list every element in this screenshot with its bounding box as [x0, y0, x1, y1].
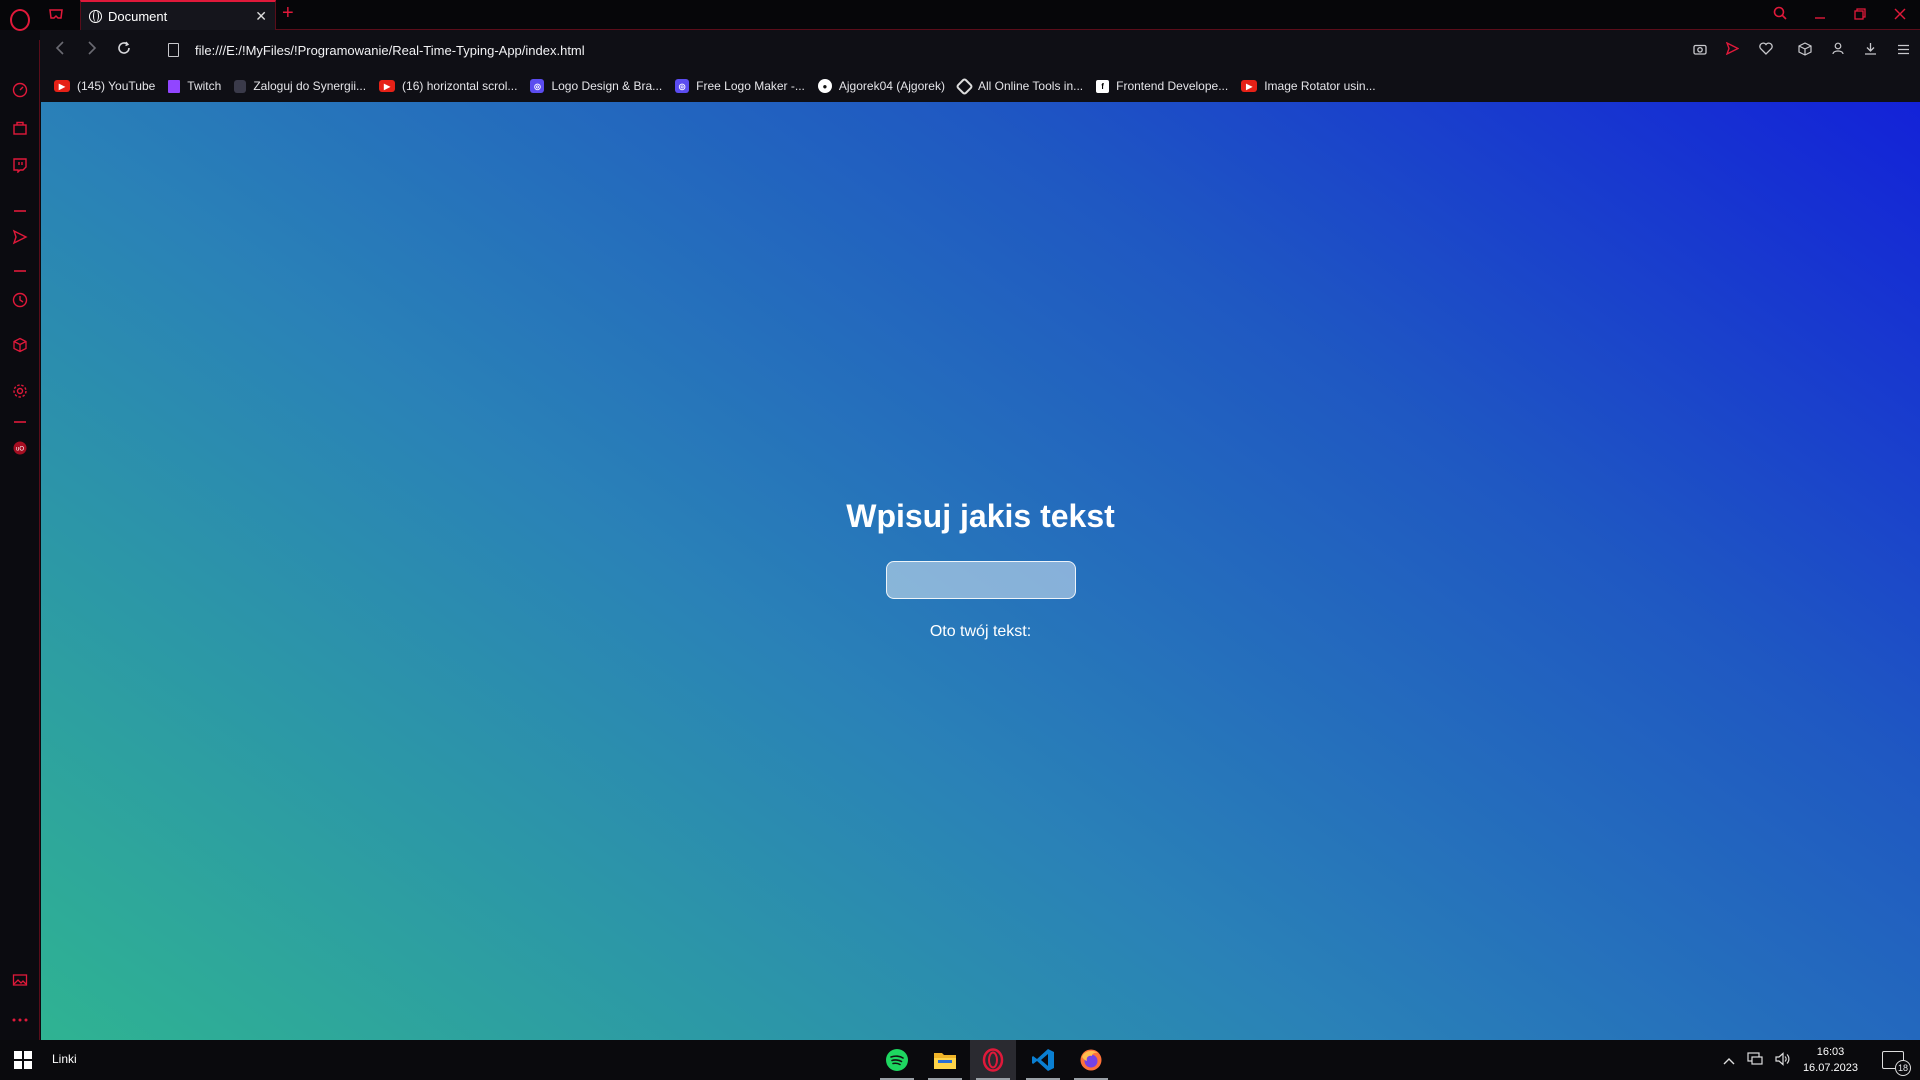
menu-icon[interactable] [1887, 42, 1920, 58]
sidebar-separator [14, 270, 26, 272]
tools-icon [955, 76, 974, 96]
gx-control-icon[interactable] [48, 7, 64, 21]
page-info-icon[interactable] [168, 43, 179, 57]
bookmark-label: (145) YouTube [77, 79, 156, 93]
new-tab-button[interactable]: + [282, 2, 294, 25]
bookmark-label: Image Rotator usin... [1264, 79, 1376, 93]
bookmark-label: Twitch [187, 79, 222, 93]
reload-button[interactable] [108, 41, 140, 60]
youtube-icon: ▶ [1241, 80, 1258, 92]
show-hidden-icons-icon[interactable] [1723, 1053, 1735, 1068]
bookmark-synergia[interactable]: Zaloguj do Synergii... [234, 79, 366, 93]
firefox-app-icon[interactable] [1068, 1040, 1114, 1080]
clock[interactable]: 16:03 16.07.2023 [1803, 1044, 1858, 1076]
tab-close-icon[interactable]: ✕ [255, 8, 267, 25]
address-bar: file:///E:/!MyFiles/!Programowanie/Real-… [40, 30, 1920, 70]
heart-icon[interactable] [1749, 42, 1782, 58]
bookmark-label: Ajgorek04 (Ajgorek) [838, 79, 945, 93]
extensions-icon[interactable] [1788, 41, 1821, 59]
globe-icon [89, 9, 102, 23]
gx-control-speed-icon[interactable] [10, 80, 30, 100]
tab-title: Document [108, 8, 168, 24]
logo-design-icon: ◎ [530, 79, 545, 93]
system-tray: 16:03 16.07.2023 18 [1723, 1040, 1920, 1080]
bookmark-logo-maker[interactable]: ◎ Free Logo Maker -... [675, 79, 805, 93]
bookmark-label: All Online Tools in... [977, 79, 1084, 93]
file-explorer-app-icon[interactable] [922, 1040, 968, 1080]
svg-text:uO: uO [16, 447, 24, 453]
close-window-button[interactable] [1880, 7, 1920, 24]
windows-taskbar: Linki 16:03 16.07.2023 18 [0, 1040, 1920, 1080]
notification-center-icon[interactable]: 18 [1882, 1051, 1911, 1076]
opera-gx-app-icon[interactable] [970, 1040, 1016, 1080]
ublock-icon[interactable]: uO [10, 438, 30, 458]
bookmark-online-tools[interactable]: All Online Tools in... [955, 76, 1084, 96]
restore-button[interactable] [1840, 7, 1880, 24]
twitch-sidebar-icon[interactable] [10, 155, 30, 175]
network-icon[interactable] [1747, 1051, 1763, 1069]
opera-logo-icon[interactable] [0, 0, 40, 40]
back-button[interactable] [44, 40, 76, 60]
bookmark-twitch[interactable]: Twitch [168, 79, 221, 93]
bookmark-image-rotator[interactable]: ▶ Image Rotator usin... [1241, 79, 1376, 93]
snapshot-icon[interactable] [1683, 42, 1716, 58]
notification-count-badge: 18 [1895, 1060, 1911, 1076]
bookmark-horizontal-scroll[interactable]: ▶ (16) horizontal scrol... [379, 79, 517, 93]
bookmark-youtube[interactable]: ▶ (145) YouTube [54, 79, 155, 93]
windows-start-icon[interactable] [14, 1051, 32, 1069]
result-text: Oto twój tekst: [929, 623, 1032, 640]
store-icon[interactable] [10, 118, 30, 138]
logo-maker-icon: ◎ [675, 79, 690, 93]
github-icon: ● [817, 79, 832, 93]
bookmarks-bar: ▶ (145) YouTube Twitch Zaloguj do Synergi… [40, 70, 1920, 102]
search-tabs-icon[interactable] [1760, 6, 1800, 24]
typing-input[interactable] [886, 561, 1076, 599]
frontend-mentor-icon: f [1096, 79, 1110, 93]
tab-document[interactable]: Document ✕ [80, 0, 276, 30]
browser-titlebar: Document ✕ + [0, 0, 1920, 31]
window-controls [1760, 0, 1920, 30]
url-field[interactable]: file:///E:/!MyFiles/!Programowanie/Real-… [146, 36, 1406, 64]
wallpaper-icon[interactable] [10, 970, 30, 990]
more-options-icon[interactable] [10, 1010, 30, 1030]
page-viewport: Wpisuj jakis tekst Oto twój tekst: [41, 102, 1920, 1040]
spotify-app-icon[interactable] [874, 1040, 920, 1080]
sidebar-separator [14, 210, 26, 212]
history-icon[interactable] [10, 290, 30, 310]
send-icon[interactable] [1716, 41, 1749, 58]
twitch-icon [168, 79, 181, 93]
download-icon[interactable] [1854, 42, 1887, 58]
volume-icon[interactable] [1775, 1051, 1791, 1069]
bookmark-frontend-mentor[interactable]: f Frontend Develope... [1096, 79, 1228, 93]
bookmark-label: Logo Design & Bra... [551, 79, 663, 93]
synergia-icon [234, 79, 247, 93]
url-text: file:///E:/!MyFiles/!Programowanie/Real-… [195, 42, 585, 58]
bookmark-logo-design[interactable]: ◎ Logo Design & Bra... [530, 79, 662, 93]
minimize-button[interactable] [1800, 7, 1840, 24]
profile-icon[interactable] [1821, 42, 1854, 58]
toolbar-links[interactable]: Linki [52, 1052, 77, 1066]
page-heading: Wpisuj jakis tekst [846, 498, 1115, 534]
bookmark-label: (16) horizontal scrol... [402, 79, 518, 93]
youtube-icon: ▶ [54, 80, 70, 92]
send-sidebar-icon[interactable] [10, 227, 30, 247]
extensions-sidebar-icon[interactable] [10, 335, 30, 355]
settings-gear-icon[interactable] [10, 381, 30, 401]
bookmark-github[interactable]: ● Ajgorek04 (Ajgorek) [817, 79, 945, 93]
opera-sidebar: uO [0, 40, 40, 1040]
forward-button[interactable] [76, 40, 108, 60]
bookmark-label: Frontend Develope... [1116, 79, 1229, 93]
clock-time: 16:03 [1816, 1046, 1845, 1058]
bookmark-label: Zaloguj do Synergii... [253, 79, 367, 93]
clock-date: 16.07.2023 [1802, 1062, 1858, 1074]
youtube-icon: ▶ [379, 80, 396, 92]
sidebar-separator [14, 421, 26, 423]
address-bar-actions [1683, 30, 1920, 70]
bookmark-label: Free Logo Maker -... [696, 79, 805, 93]
vscode-app-icon[interactable] [1020, 1040, 1066, 1080]
